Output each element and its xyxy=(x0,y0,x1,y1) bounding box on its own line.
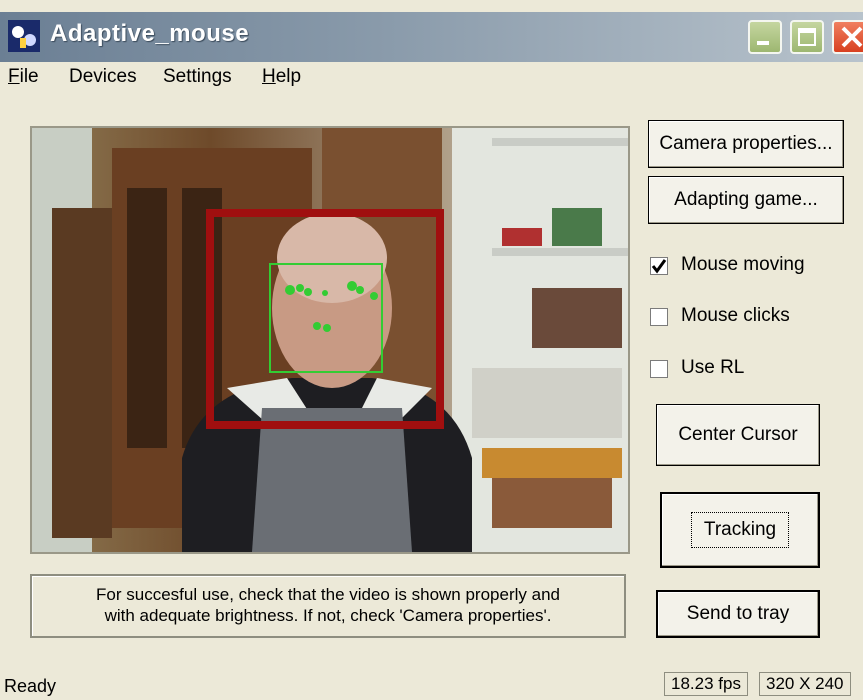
menu-devices[interactable]: Devices xyxy=(69,66,137,88)
camera-properties-button[interactable]: Camera properties... xyxy=(648,120,844,168)
resolution-pane: 320 X 240 xyxy=(759,672,851,696)
tracking-label: Tracking xyxy=(690,512,790,548)
hint-panel: For succesful use, check that the video … xyxy=(30,574,626,638)
minimize-icon xyxy=(757,41,769,45)
adapting-game-button[interactable]: Adapting game... xyxy=(648,176,844,224)
checkbox-box[interactable] xyxy=(650,308,668,326)
close-icon xyxy=(841,26,863,48)
hint-line-1: For succesful use, check that the video … xyxy=(96,585,560,604)
mouse-tracking-icon xyxy=(8,20,40,52)
tracking-button[interactable]: Tracking xyxy=(660,492,820,568)
webcam-frame xyxy=(32,128,628,552)
send-to-tray-button[interactable]: Send to tray xyxy=(656,590,820,638)
menu-help[interactable]: Help xyxy=(262,66,301,88)
menu-bar: File Devices Settings Help xyxy=(0,62,863,92)
menu-settings[interactable]: Settings xyxy=(163,66,232,88)
check-icon xyxy=(651,259,667,274)
hint-line-2: with adequate brightness. If not, check … xyxy=(104,606,552,625)
title-bar[interactable]: Adaptive_mouse xyxy=(0,12,863,62)
center-cursor-button[interactable]: Center Cursor xyxy=(656,404,820,466)
status-text: Ready xyxy=(4,676,57,696)
checkbox-box[interactable] xyxy=(650,360,668,378)
mouse-moving-label: Mouse moving xyxy=(681,254,805,275)
use-rl-label: Use RL xyxy=(681,357,745,378)
maximize-button[interactable] xyxy=(790,20,824,54)
maximize-icon xyxy=(798,28,816,46)
mouse-clicks-checkbox[interactable]: Mouse clicks xyxy=(648,305,838,331)
minimize-button[interactable] xyxy=(748,20,782,54)
mouse-clicks-label: Mouse clicks xyxy=(681,305,790,326)
close-button[interactable] xyxy=(832,20,863,54)
window-title: Adaptive_mouse xyxy=(50,20,250,47)
mouse-moving-checkbox[interactable]: Mouse moving xyxy=(648,254,838,280)
use-rl-checkbox[interactable]: Use RL xyxy=(648,357,838,383)
menu-file[interactable]: File xyxy=(8,66,39,88)
checkbox-box[interactable] xyxy=(650,257,668,275)
fps-pane: 18.23 fps xyxy=(664,672,748,696)
video-preview xyxy=(30,126,630,554)
